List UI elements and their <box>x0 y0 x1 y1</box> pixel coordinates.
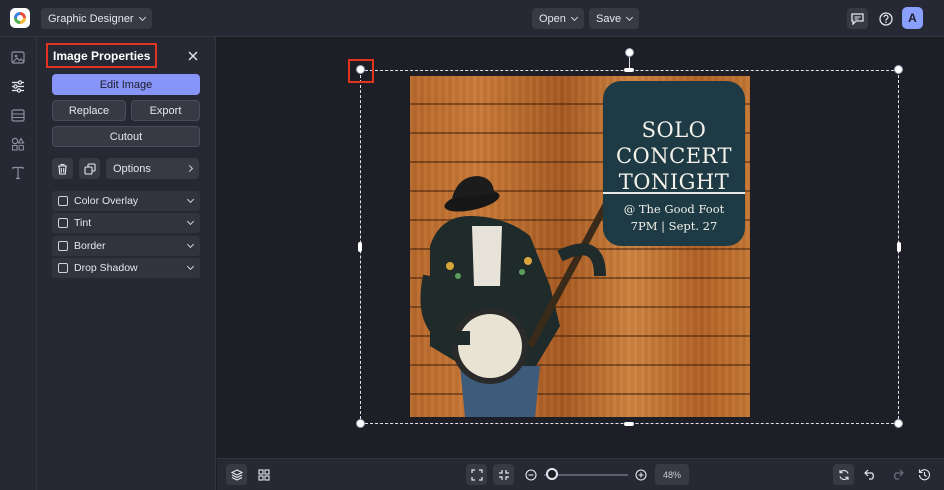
trash-icon <box>58 163 67 175</box>
plus-circle-icon <box>634 468 647 481</box>
replace-button[interactable]: Replace <box>52 100 126 121</box>
shrink-icon <box>498 469 509 480</box>
resize-handle-bottom-right[interactable] <box>894 419 903 428</box>
save-button[interactable]: Save <box>589 8 640 29</box>
resize-handle-top-right[interactable] <box>894 65 903 74</box>
app-logo-icon[interactable] <box>10 8 30 28</box>
options-button[interactable]: Options <box>106 158 199 179</box>
sliders-icon[interactable] <box>9 77 27 95</box>
fit-to-screen-button[interactable] <box>466 464 487 485</box>
resize-handle-left[interactable] <box>358 242 362 252</box>
redo-icon <box>894 469 904 480</box>
image-properties-panel: Image Properties Edit Image Replace Expo… <box>37 37 216 490</box>
redo-button[interactable] <box>887 464 908 485</box>
top-bar: Graphic Designer Open Save A <box>0 0 944 37</box>
resize-handle-right[interactable] <box>897 242 901 252</box>
selection-box[interactable] <box>360 70 899 424</box>
help-icon <box>878 11 893 26</box>
close-icon[interactable] <box>187 49 199 61</box>
text-icon[interactable] <box>9 164 27 182</box>
layers-icon <box>230 468 243 481</box>
duplicate-icon <box>83 162 96 175</box>
comment-icon <box>851 12 864 25</box>
rotate-handle[interactable] <box>625 48 634 57</box>
border-toggle[interactable]: Border <box>52 236 200 256</box>
panel-title: Image Properties <box>46 43 158 68</box>
zoom-percentage[interactable]: 48% <box>655 464 689 485</box>
open-label: Open <box>539 12 566 25</box>
grid-button[interactable] <box>253 464 274 485</box>
actual-size-button[interactable] <box>493 464 514 485</box>
chevron-down-icon <box>626 13 634 21</box>
export-button[interactable]: Export <box>131 100 200 121</box>
drop-shadow-toggle[interactable]: Drop Shadow <box>52 258 200 278</box>
refresh-button[interactable] <box>833 464 854 485</box>
layout-icon[interactable] <box>9 106 27 124</box>
tool-rail <box>0 37 37 490</box>
chevron-down-icon[interactable] <box>186 262 195 271</box>
options-label: Options <box>113 162 151 175</box>
avatar-initial: A <box>908 11 917 25</box>
app-menu-label: Graphic Designer <box>48 12 134 25</box>
shapes-icon[interactable] <box>9 135 27 153</box>
resize-handle-top[interactable] <box>624 68 634 72</box>
image-icon[interactable] <box>9 48 27 66</box>
zoom-out-button[interactable] <box>520 464 541 485</box>
undo-icon <box>864 469 874 480</box>
checkbox[interactable] <box>58 241 68 251</box>
checkbox[interactable] <box>58 196 68 206</box>
color-overlay-toggle[interactable]: Color Overlay <box>52 191 200 211</box>
edit-image-button[interactable]: Edit Image <box>52 74 200 95</box>
open-button[interactable]: Open <box>532 8 584 29</box>
save-label: Save <box>596 12 622 25</box>
tint-toggle[interactable]: Tint <box>52 213 200 233</box>
chevron-down-icon[interactable] <box>186 217 195 226</box>
zoom-slider-knob[interactable] <box>546 468 559 480</box>
history-button[interactable] <box>914 464 935 485</box>
bottom-bar: 48% <box>217 458 944 490</box>
effect-label: Color Overlay <box>74 195 139 207</box>
effect-label: Tint <box>74 217 92 229</box>
effect-label: Border <box>74 240 106 252</box>
grid-icon <box>257 468 270 481</box>
minus-circle-icon <box>524 468 537 481</box>
expand-icon <box>470 468 483 481</box>
checkbox[interactable] <box>58 218 68 228</box>
chevron-down-icon <box>138 13 146 21</box>
user-avatar[interactable]: A <box>902 7 923 29</box>
help-button[interactable] <box>875 8 896 29</box>
zoom-in-button[interactable] <box>630 464 651 485</box>
comments-button[interactable] <box>847 8 868 29</box>
chevron-right-icon <box>185 164 194 173</box>
delete-button[interactable] <box>52 158 73 179</box>
duplicate-button[interactable] <box>79 158 100 179</box>
resize-handle-bottom-left[interactable] <box>356 419 365 428</box>
app-menu-button[interactable]: Graphic Designer <box>41 8 152 29</box>
highlight-annotation <box>348 59 374 83</box>
chevron-down-icon <box>570 13 578 21</box>
refresh-icon <box>838 469 849 480</box>
chevron-down-icon[interactable] <box>186 195 195 204</box>
effect-label: Drop Shadow <box>74 262 138 274</box>
checkbox[interactable] <box>58 263 68 273</box>
layers-button[interactable] <box>226 464 247 485</box>
cutout-button[interactable]: Cutout <box>52 126 200 147</box>
chevron-down-icon[interactable] <box>186 240 195 249</box>
resize-handle-bottom[interactable] <box>624 422 634 426</box>
undo-button[interactable] <box>860 464 881 485</box>
history-icon <box>918 469 931 481</box>
